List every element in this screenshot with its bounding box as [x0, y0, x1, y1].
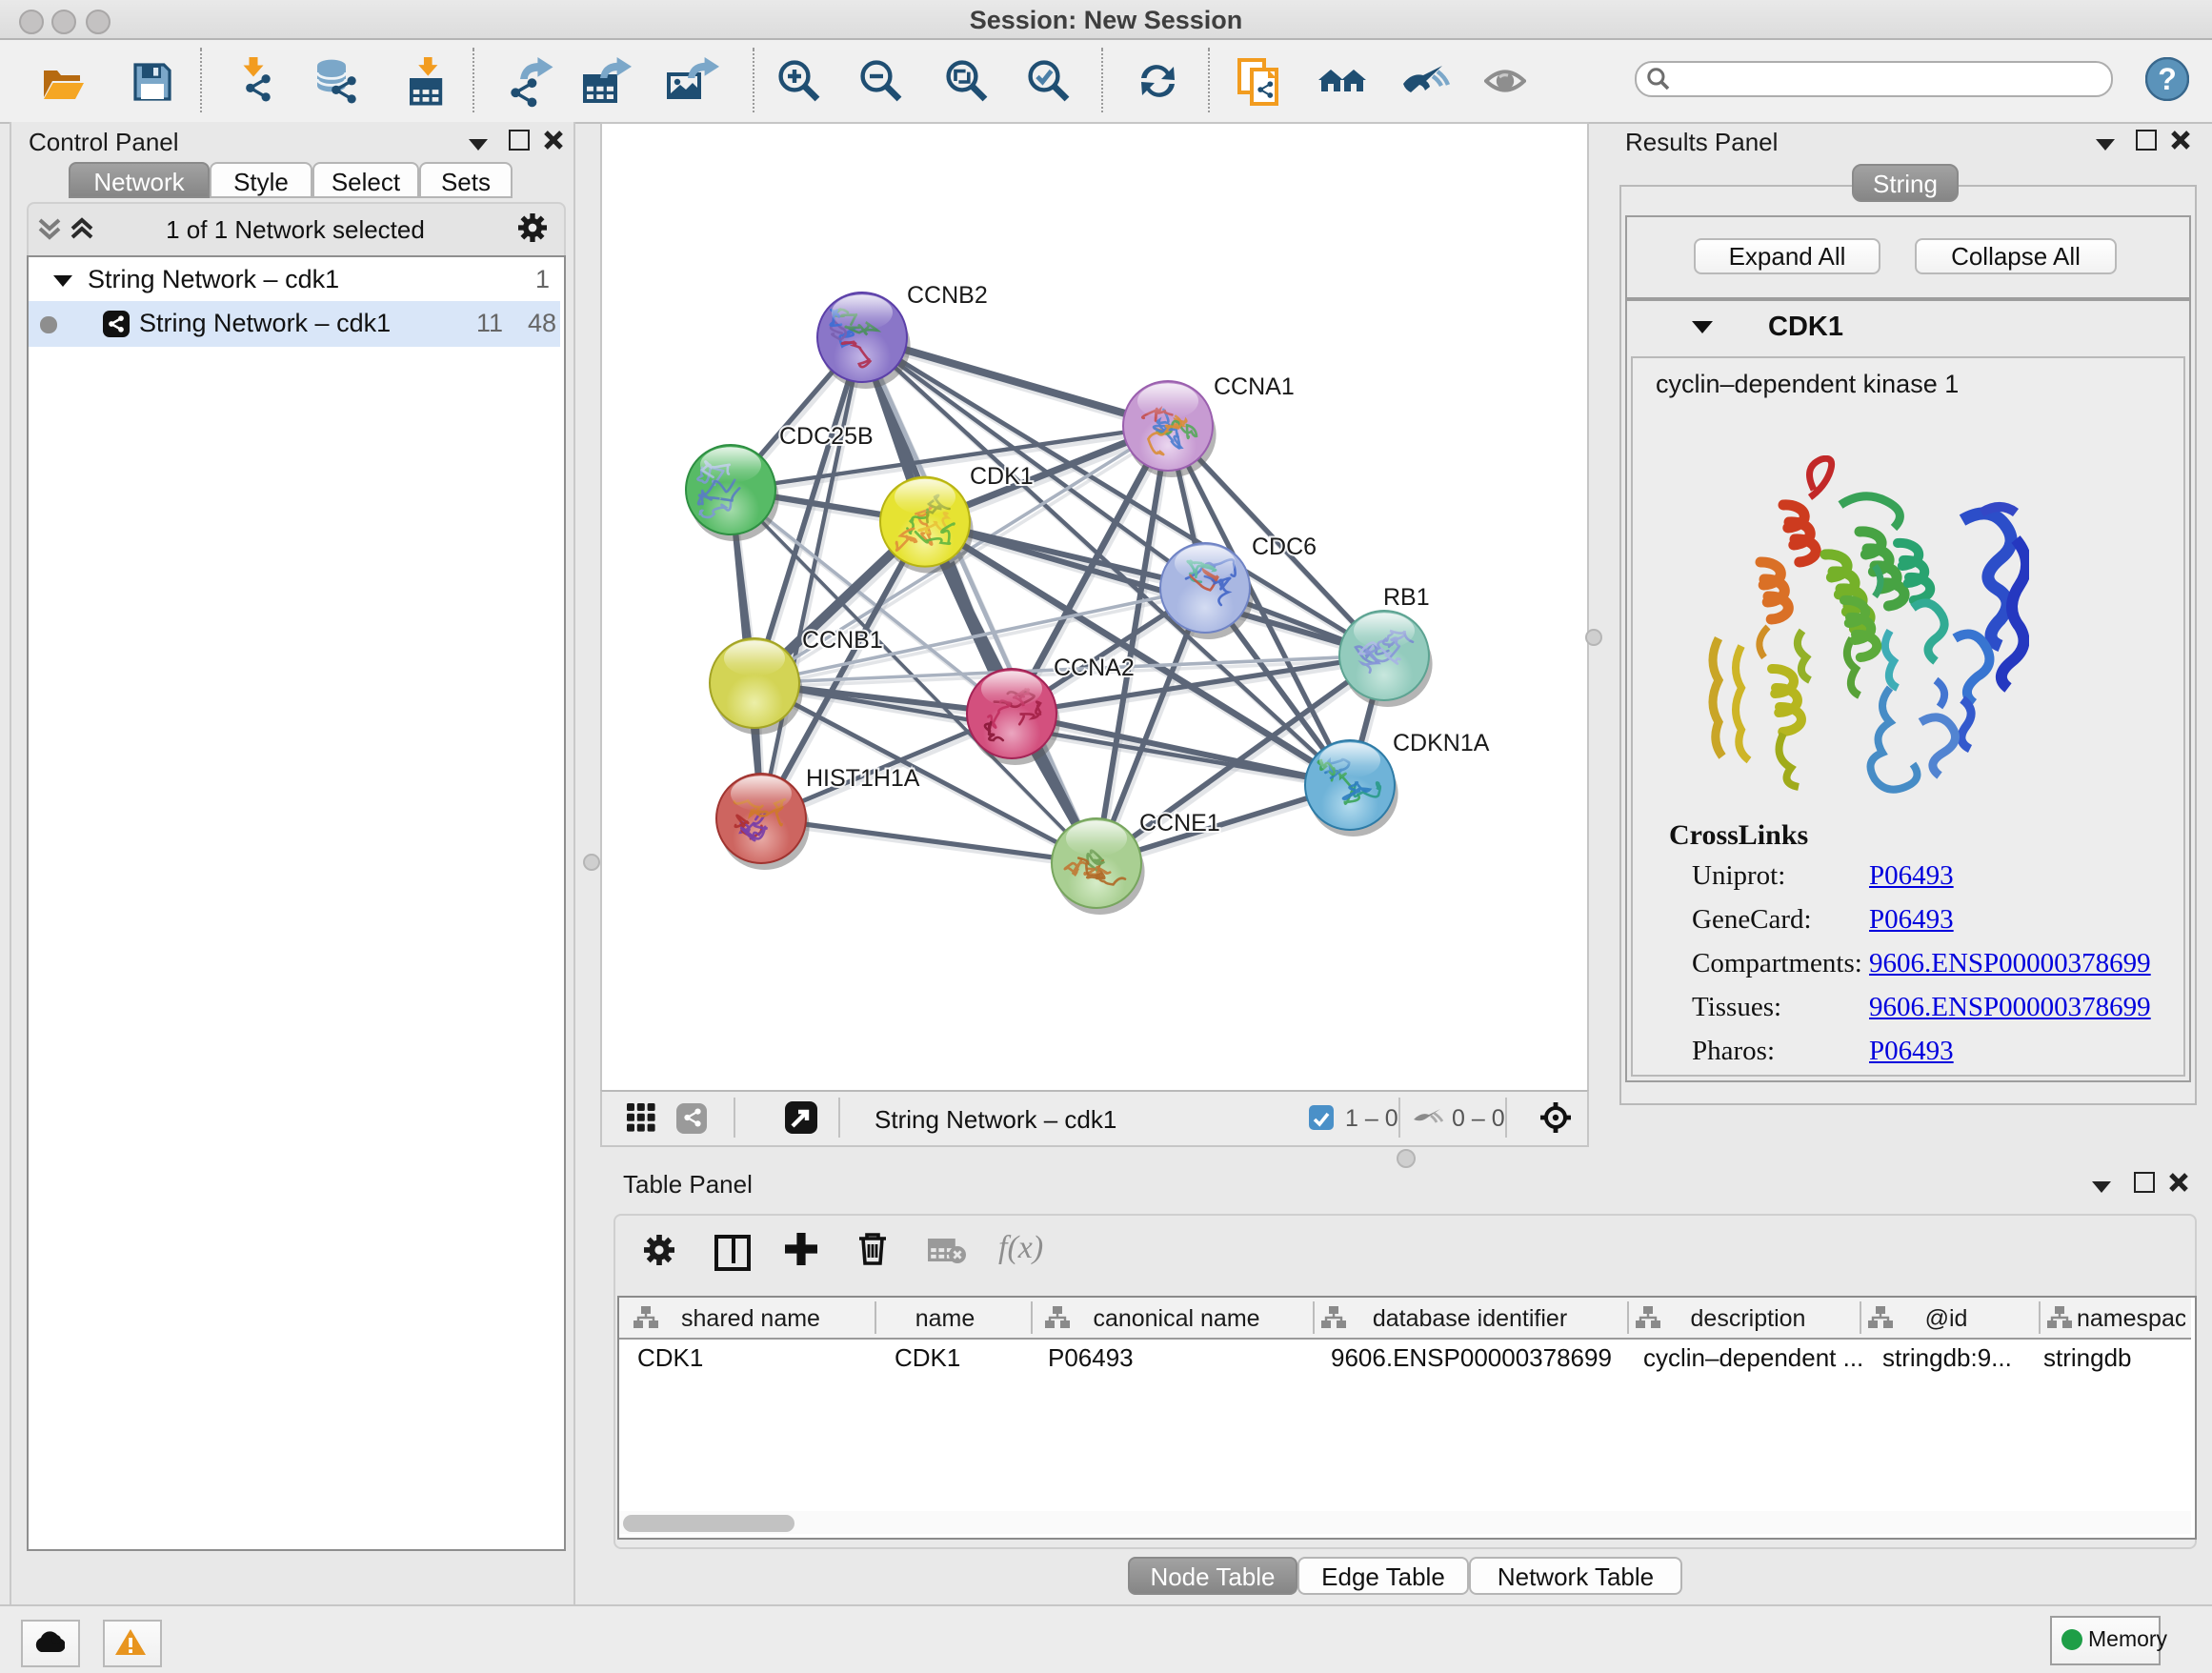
svg-text:CDC25B: CDC25B [779, 423, 874, 450]
svg-text:CCNE1: CCNE1 [1139, 810, 1220, 836]
svg-text:CDK1: CDK1 [970, 463, 1034, 490]
svg-text:CDKN1A: CDKN1A [1393, 730, 1490, 756]
svg-text:CCNB1: CCNB1 [802, 627, 883, 654]
svg-text:CCNB2: CCNB2 [907, 282, 988, 309]
svg-text:CCNA1: CCNA1 [1214, 373, 1295, 400]
svg-text:RB1: RB1 [1383, 584, 1430, 611]
svg-text:?: ? [2158, 62, 2177, 96]
svg-text:HIST1H1A: HIST1H1A [806, 765, 920, 792]
svg-text:CCNA2: CCNA2 [1054, 655, 1135, 681]
svg-text:CDC6: CDC6 [1252, 534, 1317, 560]
